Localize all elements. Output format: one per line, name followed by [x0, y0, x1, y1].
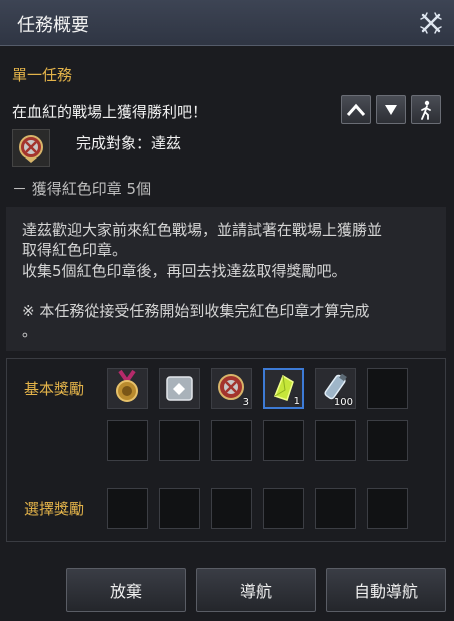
basic-rewards-label: 基本獎勵: [24, 380, 85, 398]
auto-navigate-button[interactable]: 自動導航: [326, 568, 446, 612]
reward-slot-empty: [159, 420, 200, 461]
description-line: 達茲歡迎大家前來紅色戰場，並請試著在戰場上獲勝並: [22, 221, 383, 239]
chevron-down-icon: [385, 104, 397, 115]
choice-slot-empty: [315, 488, 356, 529]
rewards-panel: 基本獎勵 選擇獎勵 3 1 100: [6, 358, 446, 542]
target-npc-icon: [12, 129, 50, 167]
window-titlebar: 任務概要: [0, 0, 454, 46]
quest-description: 達茲歡迎大家前來紅色戰場，並請試著在戰場上獲勝並 取得紅色印章。 收集5個紅色印…: [6, 207, 446, 351]
expand-button[interactable]: [376, 95, 406, 124]
walk-button[interactable]: [411, 95, 441, 124]
scroll-icon: [166, 376, 193, 401]
choice-slot-empty: [107, 488, 148, 529]
description-line: 收集5個紅色印章後，再回去找達茲取得獎勵吧。: [22, 262, 347, 280]
quest-objective: － 獲得紅色印章 5個: [12, 180, 152, 198]
navigate-button[interactable]: 導航: [196, 568, 316, 612]
reward-quantity: 1: [293, 396, 300, 407]
close-button[interactable]: [418, 10, 444, 36]
reward-slot-empty: [211, 420, 252, 461]
window-title: 任務概要: [17, 15, 89, 36]
choice-slot-empty: [211, 488, 252, 529]
description-line: 取得紅色印章。: [22, 241, 128, 259]
medal-icon: [116, 369, 138, 402]
reward-slot-empty: [315, 420, 356, 461]
reward-slot-empty: [367, 420, 408, 461]
collapse-button[interactable]: [341, 95, 371, 124]
quest-name: 在血紅的戰場上獲得勝利吧！: [12, 103, 208, 121]
description-line: ※ 本任務從接受任務開始到收集完紅色印章才算完成: [22, 302, 370, 320]
reward-slot-empty: [263, 420, 304, 461]
choice-slot-empty: [367, 488, 408, 529]
chevron-up-icon: [346, 103, 366, 116]
reward-slot[interactable]: [159, 368, 200, 409]
reward-slot[interactable]: 1: [263, 368, 304, 409]
close-icon: [420, 12, 442, 34]
choice-slot-empty: [263, 488, 304, 529]
quest-target: 完成對象：達茲: [76, 134, 182, 152]
quest-type-label: 單一任務: [12, 66, 73, 84]
reward-quantity: 3: [242, 397, 249, 408]
reward-slot[interactable]: 100: [315, 368, 356, 409]
reward-quantity: 100: [333, 397, 353, 408]
choice-slot-empty: [159, 488, 200, 529]
reward-slot-empty: [367, 368, 408, 409]
walking-person-icon: [421, 100, 431, 120]
reward-slot[interactable]: [107, 368, 148, 409]
abandon-button[interactable]: 放棄: [66, 568, 186, 612]
reward-slot-empty: [107, 420, 148, 461]
choice-rewards-label: 選擇獎勵: [24, 500, 85, 518]
reward-slot[interactable]: 3: [211, 368, 252, 409]
description-line: 。: [22, 322, 38, 340]
